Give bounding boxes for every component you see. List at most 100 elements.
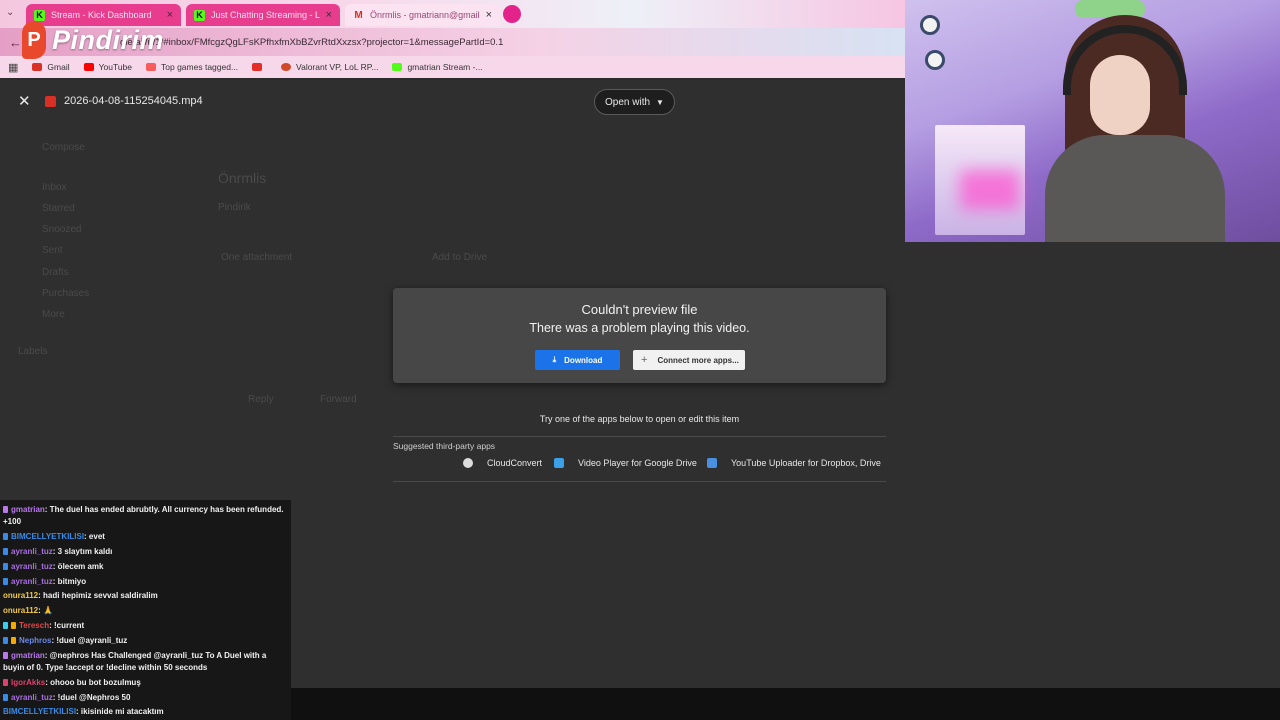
back-arrow-icon[interactable]: ←: [9, 35, 22, 50]
bookmark-unnamed[interactable]: [252, 63, 267, 71]
chat-username: ayranli_tuz: [11, 547, 53, 556]
video-player-icon: [554, 458, 564, 468]
url-text: ail/u/1/#inbox/FMfcgzQgLFsKPfhxfmXbBZvrR…: [135, 37, 504, 48]
badge-icon: [11, 622, 16, 630]
connect-more-apps-button[interactable]: + Connect more apps...: [633, 350, 745, 370]
close-tab-icon[interactable]: ×: [326, 9, 332, 21]
chat-message: BIMCELLYETKILISI: ikisinide mi atacaktım: [3, 706, 289, 718]
app-label: CloudConvert: [487, 458, 543, 468]
bottom-bar: [291, 688, 1280, 720]
new-tab-button[interactable]: [503, 5, 521, 23]
bookmark-top-games[interactable]: Top games tagged...: [146, 62, 238, 72]
tab-gmail[interactable]: M Önrmlis - gmatriann@gmail.com ×: [345, 4, 500, 26]
itch-icon: [146, 63, 157, 71]
sub-badge-icon: [3, 563, 8, 571]
snoozed-ghost: Snoozed: [42, 224, 82, 235]
mod-badge-icon: [3, 506, 8, 514]
hoodie: [1045, 135, 1225, 242]
tab-search-icon[interactable]: ⌄: [6, 7, 14, 18]
labels-ghost: Labels: [18, 346, 48, 357]
neon-glow: [960, 170, 1020, 210]
chat-username: Teresch: [19, 621, 50, 630]
gmail-icon: [32, 63, 43, 71]
sender-ghost: Pindirik: [218, 202, 251, 213]
chat-text: : !current: [49, 621, 85, 630]
sub-badge-icon: [3, 578, 8, 586]
chat-text: : ohooo bu bot bozulmuş: [45, 678, 141, 687]
chat-text: : 🙏: [38, 606, 53, 615]
suggested-apps-label: Suggested third-party apps: [393, 441, 496, 451]
chat-message: ayranli_tuz: 3 slaytım kaldı: [3, 546, 289, 558]
open-with-button[interactable]: Open with ▼: [594, 89, 675, 115]
sent-ghost: Sent: [42, 245, 63, 256]
streamer: [1045, 15, 1225, 242]
starred-ghost: Starred: [42, 203, 75, 214]
pindirim-logo-text: Pindirim: [52, 24, 165, 55]
add-drive-ghost: Add to Drive: [432, 252, 488, 263]
stream-chat: gmatrian: The duel has ended abrubtly. A…: [0, 500, 291, 720]
mod-badge-icon: [3, 652, 8, 660]
close-preview-icon[interactable]: ✕: [18, 92, 31, 110]
chat-message: Teresch: !current: [3, 620, 289, 632]
chat-message: gmatrian: The duel has ended abrubtly. A…: [3, 504, 289, 528]
compose-ghost: Compose: [42, 142, 85, 153]
heart-badge-icon: [3, 679, 8, 687]
bookmark-stream[interactable]: gmatrian Stream -...: [392, 62, 483, 72]
youtube-icon: [83, 63, 94, 71]
sub-badge-icon: [3, 637, 8, 645]
bookmark-label: Valorant VP, LoL RP...: [296, 62, 379, 72]
file-name: 2026-04-08-115254045.mp4: [64, 95, 203, 107]
sub-badge-icon: [3, 533, 8, 541]
inbox-ghost: Inbox: [42, 182, 67, 193]
open-with-label: Open with: [605, 96, 651, 108]
bookmark-label: Gmail: [47, 62, 70, 72]
chat-text: : ikisinide mi atacaktım: [76, 707, 164, 716]
chat-message: onura112: hadi hepimiz sevval saldiralim: [3, 590, 289, 602]
sub-badge-icon: [3, 548, 8, 556]
close-tab-icon[interactable]: ×: [486, 9, 492, 21]
download-label: Download: [564, 355, 603, 365]
chat-username: BIMCELLYETKILISI: [3, 707, 77, 716]
app-video-player[interactable]: Video Player for Google Drive: [554, 458, 697, 468]
badge-icon: [11, 637, 16, 645]
connect-label: Connect more apps...: [657, 355, 739, 365]
bookmark-gmail[interactable]: Gmail: [32, 62, 70, 72]
tab-label: Just Chatting Streaming - Live: [211, 10, 320, 20]
try-apps-text: Try one of the apps below to open or edi…: [539, 414, 740, 424]
bookmark-valorant[interactable]: Valorant VP, LoL RP...: [281, 62, 378, 72]
chat-message: Nephros: !duel @ayranli_tuz: [3, 635, 289, 647]
kick-icon: K: [194, 9, 205, 21]
store-icon: [281, 63, 292, 71]
uploader-icon: [707, 458, 717, 468]
tab-kick-live[interactable]: K Just Chatting Streaming - Live ×: [186, 4, 340, 26]
app-youtube-uploader[interactable]: YouTube Uploader for Dropbox, Drive: [707, 458, 881, 468]
chat-username: ayranli_tuz: [11, 693, 53, 702]
gmail-icon: M: [354, 9, 363, 21]
more-ghost: More: [42, 309, 65, 320]
divider: [393, 436, 886, 437]
sub-badge-icon: [3, 694, 8, 702]
chat-username: IgorAkks: [11, 678, 46, 687]
attachment-ghost: One attachment: [221, 252, 293, 263]
app-label: Video Player for Google Drive: [578, 458, 697, 468]
apps-grid-icon[interactable]: ▦: [8, 61, 18, 74]
app-cloudconvert[interactable]: CloudConvert: [463, 458, 542, 468]
bookmark-label: YouTube: [98, 62, 133, 72]
chat-text: : bitmiyo: [52, 577, 87, 586]
dialog-subtitle: There was a problem playing this video.: [529, 321, 750, 335]
chat-username: BIMCELLYETKILISI: [11, 532, 85, 541]
chat-username: ayranli_tuz: [11, 577, 53, 586]
plus-icon: +: [641, 354, 648, 366]
chat-username: ayranli_tuz: [11, 562, 53, 571]
download-button[interactable]: ⤓ Download: [535, 350, 620, 370]
url-field[interactable]: gle. ail/u/1/#inbox/FMfcgzQgLFsKPfhxfmXbB…: [120, 34, 680, 51]
tab-label: Önrmlis - gmatriann@gmail.com: [370, 10, 480, 20]
video-file-icon: [45, 96, 56, 107]
chat-text: : ölecem amk: [52, 562, 104, 571]
wall-decor-icon: [920, 15, 940, 35]
webcam-overlay: [905, 0, 1280, 242]
chat-message: BIMCELLYETKILISI: evet: [3, 531, 289, 543]
bookmark-youtube[interactable]: YouTube: [83, 62, 133, 72]
chat-text: : evet: [84, 532, 105, 541]
chat-message: ayranli_tuz: !duel @Nephros 50: [3, 692, 289, 704]
